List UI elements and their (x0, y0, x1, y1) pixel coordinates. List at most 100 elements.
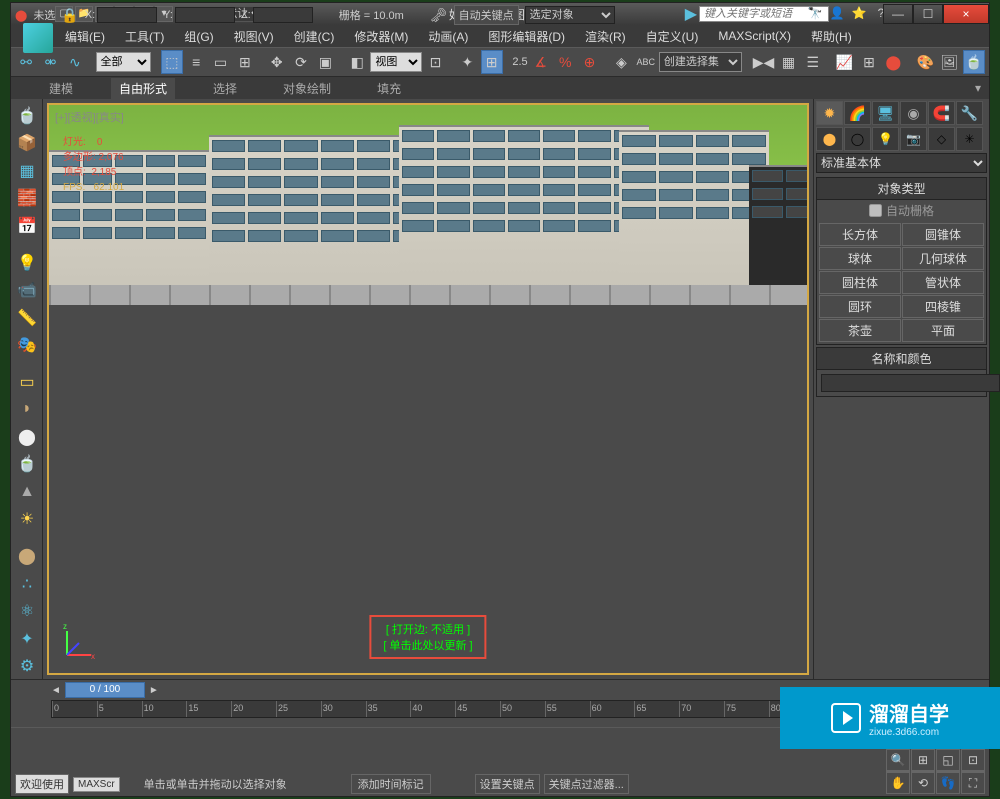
minimize-button[interactable]: — (883, 4, 913, 24)
shapes-icon[interactable]: ◯ (844, 127, 871, 151)
sphere-beige-icon[interactable]: ⬤ (13, 543, 41, 569)
setkey-button[interactable]: 设置关键点 (475, 774, 540, 794)
tab-freeform[interactable]: 自由形式 (111, 78, 175, 99)
viewport-label[interactable]: [+][透视][真实] (55, 109, 124, 125)
update-prompt[interactable]: [ 打开边: 不适用 ] [ 单击此处以更新 ] (369, 615, 486, 659)
angle-snap-icon[interactable]: ∡ (530, 50, 552, 74)
teapot2-icon[interactable]: 🍵 (13, 452, 41, 478)
helper-icon[interactable]: ✦ (13, 626, 41, 652)
zoom-extents-icon[interactable]: ◱ (936, 749, 960, 771)
menu-create[interactable]: 创建(C) (284, 25, 345, 48)
tab-modeling[interactable]: 建模 (41, 78, 81, 99)
abc-icon[interactable]: ABC (635, 50, 657, 74)
schematic-icon[interactable]: ⊞ (858, 50, 880, 74)
menu-help[interactable]: 帮助(H) (801, 25, 862, 48)
namecolor-header[interactable]: 名称和颜色 (817, 348, 986, 370)
menu-customize[interactable]: 自定义(U) (636, 25, 709, 48)
search-play-icon[interactable]: ▶ (685, 4, 697, 24)
rec-icon[interactable]: ⬤ (15, 9, 27, 22)
hemisphere-icon[interactable]: ◗ (13, 397, 41, 423)
display-tab-icon[interactable]: 🧲 (928, 101, 955, 125)
brick-icon[interactable]: ▦ (13, 158, 41, 184)
gear-icon[interactable]: ⚙ (13, 653, 41, 679)
obj-torus[interactable]: 圆环 (819, 295, 901, 318)
help-signin-icon[interactable]: 👤 (829, 6, 845, 22)
menu-rendering[interactable]: 渲染(R) (575, 25, 636, 48)
refcoord-select[interactable]: 视图 (370, 52, 422, 72)
app-logo[interactable] (23, 23, 53, 53)
pivot-icon[interactable]: ⊡ (424, 50, 446, 74)
create-tab-icon[interactable]: ✹ (816, 101, 843, 125)
ribbon-expand-icon[interactable]: ▾ (967, 79, 989, 97)
sun-icon[interactable]: ☀ (13, 507, 41, 533)
cameras-icon[interactable]: 📷 (900, 127, 927, 151)
y-input[interactable] (175, 7, 235, 23)
keymode-select[interactable]: 选定对象 (525, 6, 615, 24)
tab-selection[interactable]: 选择 (205, 78, 245, 99)
spinner-snap-icon[interactable]: ⊕ (578, 50, 600, 74)
group-icon[interactable]: 🎭 (13, 332, 41, 358)
editnamedsel-icon[interactable]: ◈ (610, 50, 632, 74)
addtime-button[interactable]: 添加时间标记 (351, 774, 431, 794)
obj-cone[interactable]: 圆锥体 (902, 223, 984, 246)
time-slider[interactable]: 0 / 100 (65, 682, 145, 698)
utilities-tab-icon[interactable]: 🔧 (956, 101, 983, 125)
obj-pyramid[interactable]: 四棱锥 (902, 295, 984, 318)
zoom-region-icon[interactable]: ⊡ (961, 749, 985, 771)
obj-tube[interactable]: 管状体 (902, 271, 984, 294)
snap-toggle-icon[interactable]: ⊞ (481, 50, 503, 74)
obj-sphere[interactable]: 球体 (819, 247, 901, 270)
object-name-input[interactable] (821, 374, 1000, 392)
z-input[interactable] (253, 7, 313, 23)
manip-icon[interactable]: ✦ (456, 50, 478, 74)
maxscript-listener[interactable]: MAXScr (73, 777, 120, 792)
motion-tab-icon[interactable]: ◉ (900, 101, 927, 125)
particles-icon[interactable]: ∴ (13, 571, 41, 597)
percent-snap-icon[interactable]: % (554, 50, 576, 74)
selection-filter[interactable]: 全部 (96, 52, 152, 72)
curve-editor-icon[interactable]: 📈 (833, 50, 855, 74)
tab-objectpaint[interactable]: 对象绘制 (275, 78, 339, 99)
modify-tab-icon[interactable]: 🌈 (844, 101, 871, 125)
geometry-icon[interactable]: ⬤ (816, 127, 843, 151)
atom-icon[interactable]: ⚛ (13, 598, 41, 624)
menu-edit[interactable]: 编辑(E) (55, 25, 115, 48)
zoom-icon[interactable]: 🔍 (886, 749, 910, 771)
obj-cylinder[interactable]: 圆柱体 (819, 271, 901, 294)
menu-modifiers[interactable]: 修改器(M) (344, 25, 418, 48)
keyfilter-button[interactable]: 关键点过滤器... (544, 774, 629, 794)
move-icon[interactable]: ✥ (266, 50, 288, 74)
hierarchy-tab-icon[interactable]: 🖥 (872, 101, 899, 125)
material-icon[interactable]: ⬤ (882, 50, 904, 74)
link-icon[interactable]: ⚯ (15, 50, 37, 74)
container-icon[interactable]: 📦 (13, 131, 41, 157)
x-input[interactable] (97, 7, 157, 23)
obj-teapot[interactable]: 茶壶 (819, 319, 901, 342)
obj-box[interactable]: 长方体 (819, 223, 901, 246)
align-icon[interactable]: ▦ (777, 50, 799, 74)
menu-group[interactable]: 组(G) (174, 25, 223, 48)
render-icon[interactable]: 🍵 (963, 50, 985, 74)
render-frame-icon[interactable]: 🖼 (938, 50, 960, 74)
select-name-icon[interactable]: ≡ (185, 50, 207, 74)
timeline-prev-icon[interactable]: ◄ (51, 685, 61, 696)
wall-icon[interactable]: 🧱 (13, 186, 41, 212)
help-favorite-icon[interactable]: ⭐ (851, 6, 867, 22)
zoom-all-icon[interactable]: ⊞ (911, 749, 935, 771)
plane-icon[interactable]: ▭ (13, 369, 41, 395)
layers-icon[interactable]: ☰ (802, 50, 824, 74)
mirror-icon[interactable]: ▶◀ (752, 50, 776, 74)
menu-animation[interactable]: 动画(A) (418, 25, 478, 48)
obj-geosphere[interactable]: 几何球体 (902, 247, 984, 270)
lock-icon[interactable]: 🔒 (61, 7, 78, 24)
viewport-perspective[interactable]: [+][透视][真实] 灯光: 0 多边形: 2,076 顶点: 2,185 F… (47, 103, 809, 675)
scale-icon[interactable]: ▣ (314, 50, 336, 74)
bind-icon[interactable]: ∿ (64, 50, 86, 74)
timeline-next-icon[interactable]: ► (149, 685, 159, 696)
menu-views[interactable]: 视图(V) (224, 25, 284, 48)
maximize-button[interactable]: ☐ (913, 4, 943, 24)
date-icon[interactable]: 📅 (13, 213, 41, 239)
walk-icon[interactable]: 👣 (936, 772, 960, 794)
rotate-icon[interactable]: ⟳ (290, 50, 312, 74)
close-button[interactable]: × (943, 4, 989, 24)
